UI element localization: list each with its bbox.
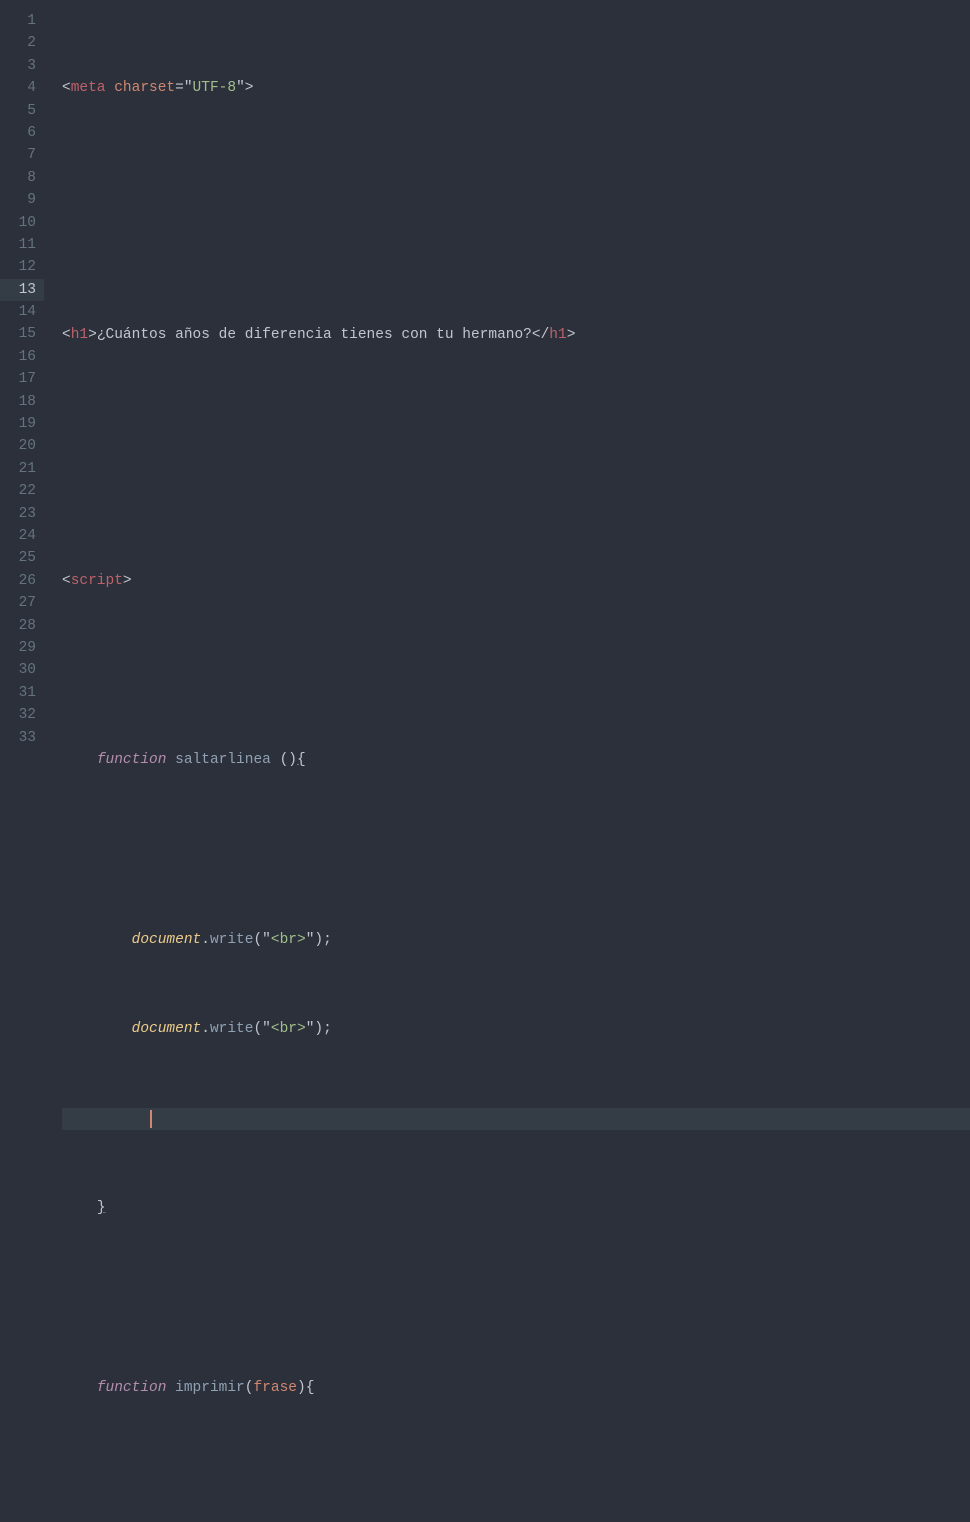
builtin-object: document — [132, 932, 202, 948]
line-number: 9 — [6, 189, 36, 211]
line-number: 4 — [6, 77, 36, 99]
line-number: 14 — [6, 301, 36, 323]
code-line: document.write("<br>"); — [62, 929, 970, 951]
line-number: 8 — [6, 167, 36, 189]
line-number: 7 — [6, 144, 36, 166]
line-number: 3 — [6, 55, 36, 77]
attribute-name: charset — [114, 80, 175, 96]
code-line: } — [62, 1197, 970, 1219]
code-line: <meta charset="UTF-8"> — [62, 77, 970, 99]
brace: } — [97, 1200, 106, 1216]
line-number: 29 — [6, 637, 36, 659]
method-name: write — [210, 1021, 254, 1037]
line-number: 11 — [6, 234, 36, 256]
code-line: <h1>¿Cuántos años de diferencia tienes c… — [62, 324, 970, 346]
code-line: function saltarlinea (){ — [62, 749, 970, 771]
code-line — [62, 839, 970, 861]
line-number: 2 — [6, 32, 36, 54]
line-number: 13 — [0, 279, 44, 301]
method-name: write — [210, 932, 254, 948]
angle-bracket: < — [62, 80, 71, 96]
line-number: 28 — [6, 615, 36, 637]
line-number: 21 — [6, 458, 36, 480]
text-cursor — [150, 1110, 152, 1128]
line-number: 20 — [6, 435, 36, 457]
line-number: 27 — [6, 592, 36, 614]
function-name: imprimir — [175, 1380, 245, 1396]
code-line-active — [62, 1108, 970, 1130]
code-editor[interactable]: 1234567891011121314151617181920212223242… — [0, 0, 970, 761]
text-content: ¿Cuántos años de diferencia tienes con t… — [97, 327, 532, 343]
line-number: 15 — [6, 323, 36, 345]
line-number: 19 — [6, 413, 36, 435]
line-number: 30 — [6, 659, 36, 681]
tag-name: meta — [71, 80, 106, 96]
code-line: <script> — [62, 570, 970, 592]
tag-name: script — [71, 573, 123, 589]
code-line — [62, 234, 970, 256]
code-line: function imprimir(frase){ — [62, 1377, 970, 1399]
code-line — [62, 1466, 970, 1488]
code-line — [62, 413, 970, 435]
line-number: 16 — [6, 346, 36, 368]
code-line — [62, 660, 970, 682]
parameter: frase — [253, 1380, 297, 1396]
string: <br> — [271, 932, 306, 948]
code-line — [62, 1287, 970, 1309]
brace: { — [297, 752, 306, 768]
code-line: document.write("<br>"); — [62, 1018, 970, 1040]
keyword: function — [97, 752, 167, 768]
line-number: 32 — [6, 704, 36, 726]
line-number: 5 — [6, 100, 36, 122]
line-number: 31 — [6, 682, 36, 704]
line-number: 12 — [6, 256, 36, 278]
line-number: 22 — [6, 480, 36, 502]
line-number: 25 — [6, 547, 36, 569]
tag-name: h1 — [71, 327, 88, 343]
line-number: 24 — [6, 525, 36, 547]
line-number: 10 — [6, 212, 36, 234]
builtin-object: document — [132, 1021, 202, 1037]
code-line — [62, 480, 970, 502]
line-number-gutter: 1234567891011121314151617181920212223242… — [0, 0, 44, 761]
line-number: 18 — [6, 391, 36, 413]
line-number: 23 — [6, 503, 36, 525]
code-line — [62, 167, 970, 189]
line-number: 1 — [6, 10, 36, 32]
line-number: 17 — [6, 368, 36, 390]
string: UTF-8 — [193, 80, 237, 96]
keyword: function — [97, 1380, 167, 1396]
line-number: 26 — [6, 570, 36, 592]
code-area[interactable]: <meta charset="UTF-8"> <h1>¿Cuántos años… — [44, 0, 970, 761]
line-number: 33 — [6, 727, 36, 749]
line-number: 6 — [6, 122, 36, 144]
function-name: saltarlinea — [175, 752, 271, 768]
